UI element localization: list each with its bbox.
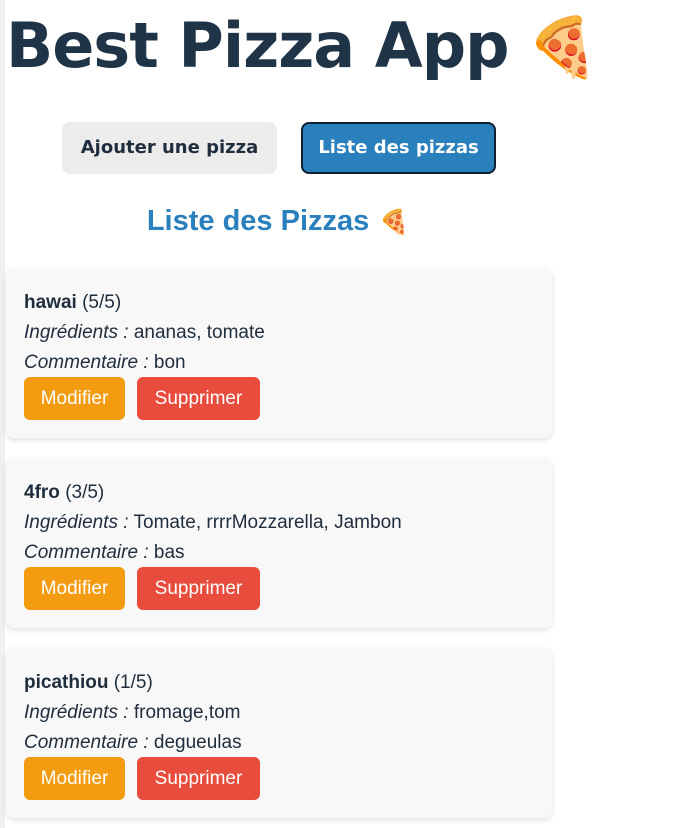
ingredients-label: Ingrédients : xyxy=(24,702,129,723)
pizza-comment: Commentaire : degueulas xyxy=(24,728,534,758)
ingredients-label: Ingrédients : xyxy=(24,512,129,533)
card-actions: Modifier Supprimer xyxy=(24,567,260,610)
app-title: Best Pizza App 🍕 xyxy=(6,6,599,87)
ingredients-value: fromage,tom xyxy=(133,702,241,723)
edit-pizza-button[interactable]: Modifier xyxy=(24,757,125,800)
ingredients-value: ananas, tomate xyxy=(133,322,265,343)
comment-label: Commentaire : xyxy=(24,542,149,563)
edit-pizza-button[interactable]: Modifier xyxy=(24,377,125,420)
pizza-emoji-icon: 🍕 xyxy=(526,13,598,81)
app-title-text: Best Pizza App xyxy=(6,9,509,82)
comment-value: bon xyxy=(153,352,186,373)
pizza-ingredients: Ingrédients : Tomate, rrrrMozzarella, Ja… xyxy=(24,508,534,538)
pizza-list-button[interactable]: Liste des pizzas xyxy=(301,122,496,174)
add-pizza-button[interactable]: Ajouter une pizza xyxy=(62,122,277,174)
comment-label: Commentaire : xyxy=(24,352,149,373)
pizza-emoji-icon: 🍕 xyxy=(379,209,410,236)
pizza-heading: 4fro (3/5) xyxy=(24,478,534,508)
pizza-list: hawai (5/5) Ingrédients : ananas, tomate… xyxy=(6,268,552,828)
app-root: Best Pizza App 🍕 Ajouter une pizza Liste … xyxy=(0,0,673,828)
delete-pizza-button[interactable]: Supprimer xyxy=(137,757,260,800)
pizza-ingredients: Ingrédients : fromage,tom xyxy=(24,698,534,728)
pizza-name: picathiou xyxy=(24,672,109,693)
pizza-heading: picathiou (1/5) xyxy=(24,668,534,698)
pizza-heading: hawai (5/5) xyxy=(24,288,534,318)
pizza-card: 4fro (3/5) Ingrédients : Tomate, rrrrMoz… xyxy=(6,458,552,628)
pizza-name: 4fro xyxy=(24,482,60,503)
edit-pizza-button[interactable]: Modifier xyxy=(24,567,125,610)
page-left-border xyxy=(0,0,5,828)
pizza-ingredients: Ingrédients : ananas, tomate xyxy=(24,318,534,348)
pizza-rating: (1/5) xyxy=(113,672,153,693)
delete-pizza-button[interactable]: Supprimer xyxy=(137,377,260,420)
ingredients-value: Tomate, rrrrMozzarella, Jambon xyxy=(133,512,402,533)
pizza-rating: (5/5) xyxy=(82,292,122,313)
comment-value: degueulas xyxy=(153,732,242,753)
pizza-comment: Commentaire : bas xyxy=(24,538,534,568)
section-title-text: Liste des Pizzas xyxy=(146,205,370,237)
card-actions: Modifier Supprimer xyxy=(24,377,260,420)
comment-label: Commentaire : xyxy=(24,732,149,753)
delete-pizza-button[interactable]: Supprimer xyxy=(137,567,260,610)
pizza-comment: Commentaire : bon xyxy=(24,348,534,378)
comment-value: bas xyxy=(153,542,185,563)
ingredients-label: Ingrédients : xyxy=(24,322,129,343)
pizza-name: hawai xyxy=(24,292,77,313)
card-actions: Modifier Supprimer xyxy=(24,757,260,800)
pizza-card: hawai (5/5) Ingrédients : ananas, tomate… xyxy=(6,268,552,438)
pizza-rating: (3/5) xyxy=(65,482,105,503)
pizza-card: picathiou (1/5) Ingrédients : fromage,to… xyxy=(6,648,552,818)
section-title: Liste des Pizzas 🍕 xyxy=(0,198,556,246)
